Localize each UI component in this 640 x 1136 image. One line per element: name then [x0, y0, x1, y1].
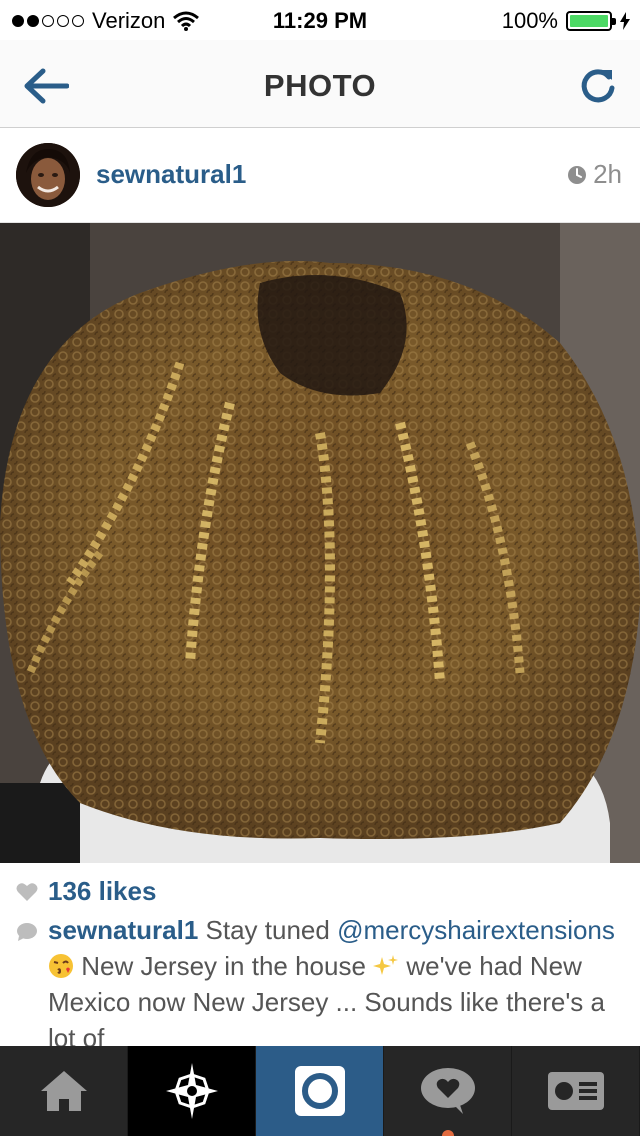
home-icon [40, 1071, 87, 1111]
caption-author[interactable]: sewnatural1 [48, 915, 198, 945]
tab-explore[interactable] [128, 1046, 256, 1136]
sparkles-emoji-icon [373, 955, 399, 975]
battery-percent: 100% [501, 8, 558, 33]
navigation-bar: PHOTO [0, 40, 640, 128]
refresh-icon [581, 69, 615, 103]
tab-home[interactable] [0, 1046, 128, 1136]
time-ago: 2h [593, 159, 622, 189]
avatar[interactable] [16, 143, 80, 207]
refresh-button[interactable] [570, 58, 626, 114]
post-time: 2h [567, 159, 622, 190]
clock-icon [568, 165, 587, 184]
notification-indicator [442, 1130, 454, 1136]
heart-icon [16, 882, 38, 901]
caption-text-2: New Jersey in the house [74, 951, 374, 981]
comment-bubble-icon [17, 923, 37, 941]
likes-count[interactable]: 136 likes [48, 876, 156, 907]
battery-icon [566, 11, 616, 31]
heart-bubble-icon [420, 1068, 475, 1114]
caption-row: sewnatural1 Stay tuned @mercyshairextens… [16, 912, 626, 1046]
caption-text-1: Stay tuned [198, 915, 338, 945]
tab-profile[interactable] [512, 1046, 640, 1136]
caption-mention[interactable]: @mercyshairextensions [337, 915, 615, 945]
battery-group: 100% [502, 8, 630, 34]
profile-card-icon [547, 1072, 604, 1110]
post-username[interactable]: sewnatural1 [96, 159, 246, 190]
post-header: sewnatural1 2h [0, 129, 640, 223]
tab-camera[interactable] [256, 1046, 384, 1136]
explore-star-icon [165, 1063, 218, 1119]
page-title: PHOTO [263, 68, 377, 103]
charging-bolt-icon [620, 12, 630, 30]
likes-row[interactable]: 136 likes [16, 876, 156, 907]
caption-text: sewnatural1 Stay tuned @mercyshairextens… [48, 912, 626, 1046]
tab-activity[interactable] [384, 1046, 512, 1136]
camera-icon [294, 1066, 345, 1116]
kiss-face-emoji-icon [49, 954, 73, 978]
tab-bar [0, 1046, 640, 1136]
status-bar: Verizon 11:29 PM 100% [0, 0, 640, 40]
post-photo[interactable] [0, 223, 640, 863]
